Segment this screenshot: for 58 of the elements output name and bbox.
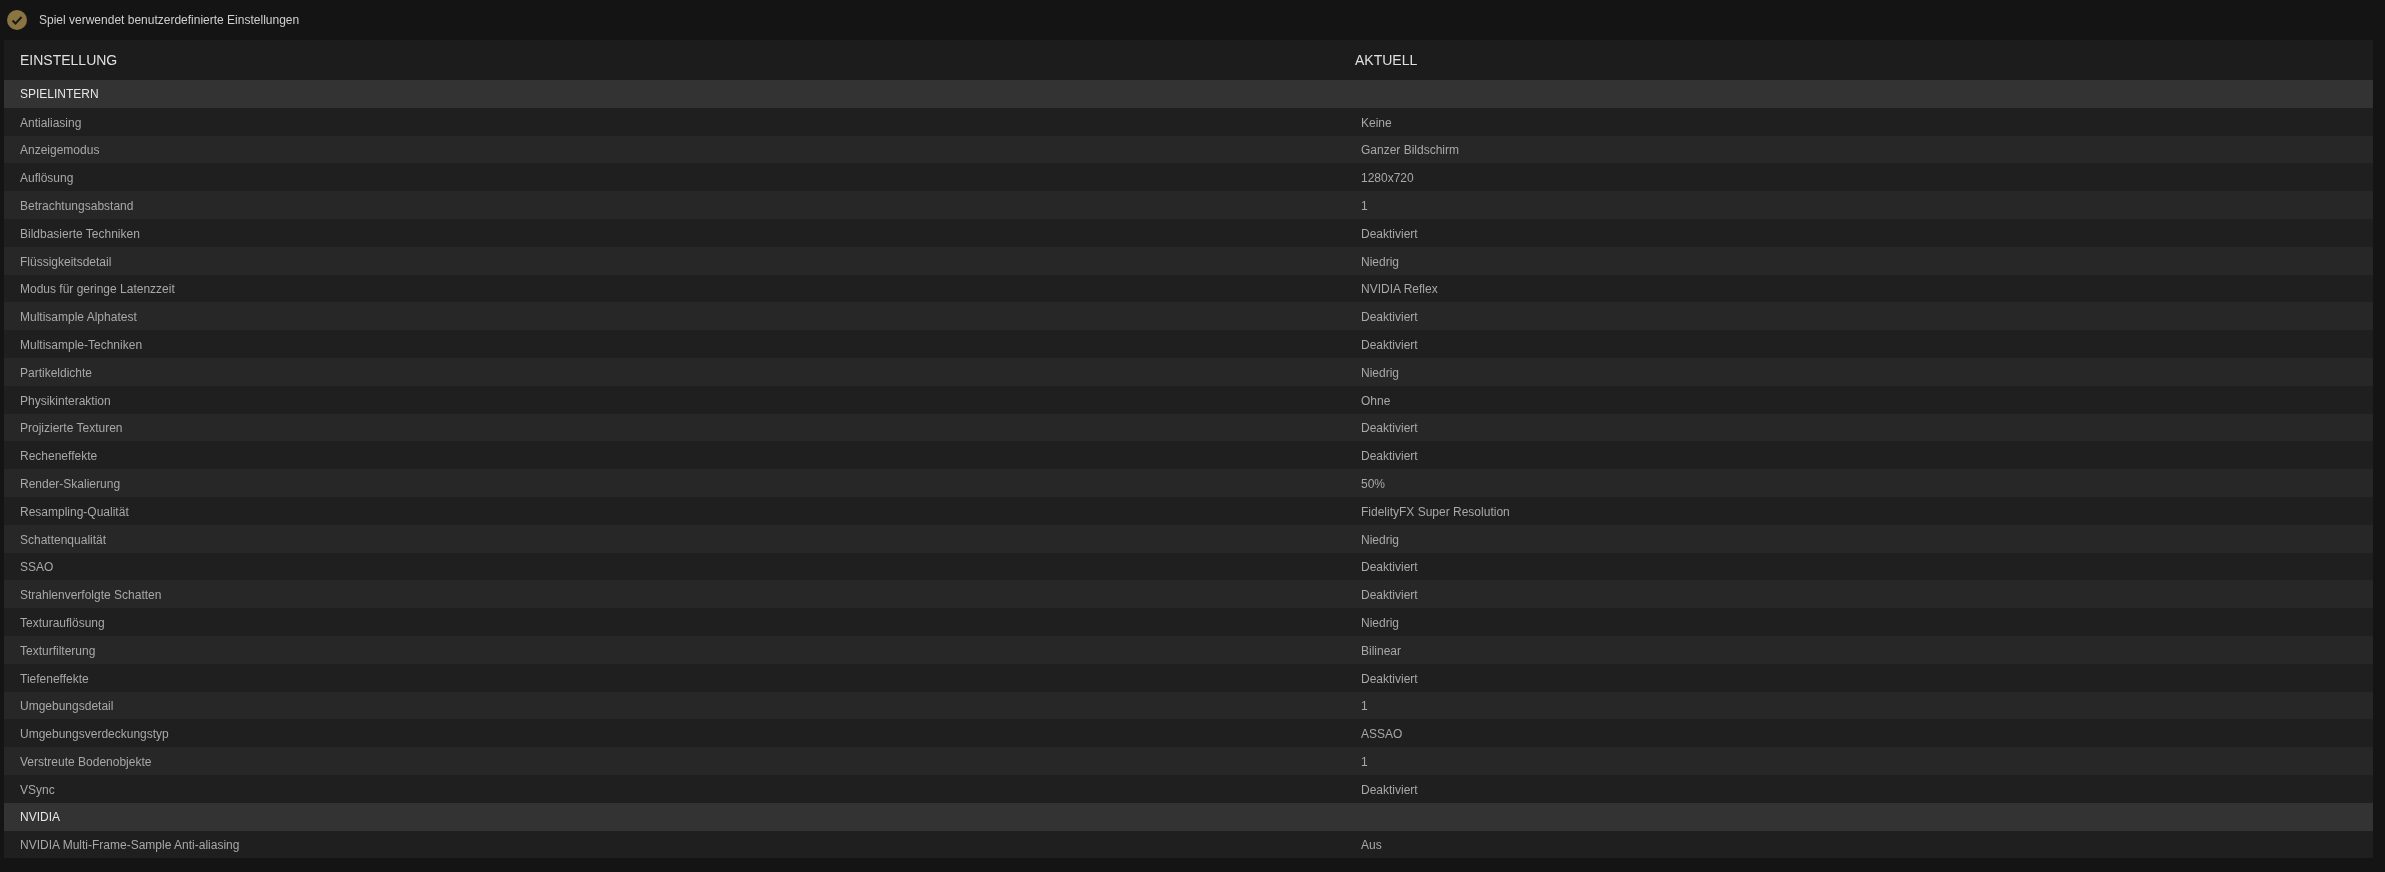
setting-name: Strahlenverfolgte Schatten bbox=[20, 588, 162, 603]
setting-value: Aus bbox=[1361, 838, 1382, 853]
status-message: Spiel verwendet benutzerdefinierte Einstellungen bbox=[39, 12, 300, 29]
setting-name: Recheneffekte bbox=[20, 449, 98, 464]
setting-name: Tiefeneffekte bbox=[20, 671, 89, 686]
setting-value: ASSAO bbox=[1361, 727, 1403, 742]
setting-name: Schattenqualität bbox=[20, 532, 107, 547]
setting-name: Partikeldichte bbox=[20, 365, 93, 380]
setting-value: Bilinear bbox=[1361, 643, 1402, 658]
setting-value: Deaktiviert bbox=[1361, 421, 1418, 436]
setting-value: Niedrig bbox=[1361, 616, 1399, 631]
setting-name: Multisample-Techniken bbox=[20, 338, 143, 353]
setting-name: Auflösung bbox=[20, 171, 74, 186]
column-header: AKTUELL bbox=[1355, 52, 1418, 68]
setting-value: Deaktiviert bbox=[1361, 560, 1418, 575]
setting-value: Keine bbox=[1361, 115, 1392, 130]
setting-value: Deaktiviert bbox=[1361, 671, 1418, 686]
setting-value: Deaktiviert bbox=[1361, 310, 1418, 325]
setting-value: Niedrig bbox=[1361, 254, 1399, 269]
setting-value: Deaktiviert bbox=[1361, 782, 1418, 797]
setting-name: Texturfilterung bbox=[20, 643, 96, 658]
setting-name: Multisample Alphatest bbox=[20, 310, 137, 325]
group-title: NVIDIA bbox=[20, 808, 60, 826]
setting-name: Physikinteraktion bbox=[20, 393, 111, 408]
setting-name: Modus für geringe Latenzzeit bbox=[20, 282, 175, 297]
check-circle-icon bbox=[7, 10, 27, 30]
setting-value: Ohne bbox=[1361, 393, 1391, 408]
setting-value: FidelityFX Super Resolution bbox=[1361, 504, 1510, 519]
setting-value: Ganzer Bildschirm bbox=[1361, 143, 1460, 158]
setting-name: Umgebungsdetail bbox=[20, 699, 114, 714]
setting-name: Betrachtungsabstand bbox=[20, 199, 134, 214]
setting-name: NVIDIA Multi-Frame-Sample Anti-aliasing bbox=[20, 838, 240, 853]
column-header: EINSTELLUNG bbox=[20, 52, 118, 68]
setting-name: Bildbasierte Techniken bbox=[20, 226, 140, 241]
setting-name: Projizierte Texturen bbox=[20, 421, 123, 436]
setting-value: Deaktiviert bbox=[1361, 449, 1418, 464]
setting-name: Resampling-Qualität bbox=[20, 504, 129, 519]
setting-value: 50% bbox=[1361, 477, 1386, 492]
setting-name: Umgebungsverdeckungstyp bbox=[20, 727, 169, 742]
setting-name: SSAO bbox=[20, 560, 54, 575]
setting-value: Niedrig bbox=[1361, 532, 1399, 547]
group-title: SPIELINTERN bbox=[20, 85, 99, 103]
setting-value: 1 bbox=[1361, 699, 1368, 714]
setting-value: 1 bbox=[1361, 199, 1368, 214]
setting-name: Texturauflösung bbox=[20, 616, 105, 631]
setting-name: VSync bbox=[20, 782, 55, 797]
setting-value: 1 bbox=[1361, 755, 1368, 769]
setting-value: Deaktiviert bbox=[1361, 588, 1418, 603]
setting-name: Anzeigemodus bbox=[20, 143, 100, 158]
setting-value: NVIDIA Reflex bbox=[1361, 282, 1438, 297]
setting-name: Render-Skalierung bbox=[20, 477, 121, 492]
setting-name: Verstreute Bodenobjekte bbox=[20, 755, 152, 769]
setting-value: Deaktiviert bbox=[1361, 338, 1418, 353]
setting-name: Antialiasing bbox=[20, 115, 82, 130]
setting-name: Flüssigkeitsdetail bbox=[20, 254, 112, 269]
setting-value: Niedrig bbox=[1361, 365, 1399, 380]
setting-value: 1280x720 bbox=[1361, 171, 1414, 186]
setting-value: Deaktiviert bbox=[1361, 226, 1418, 241]
